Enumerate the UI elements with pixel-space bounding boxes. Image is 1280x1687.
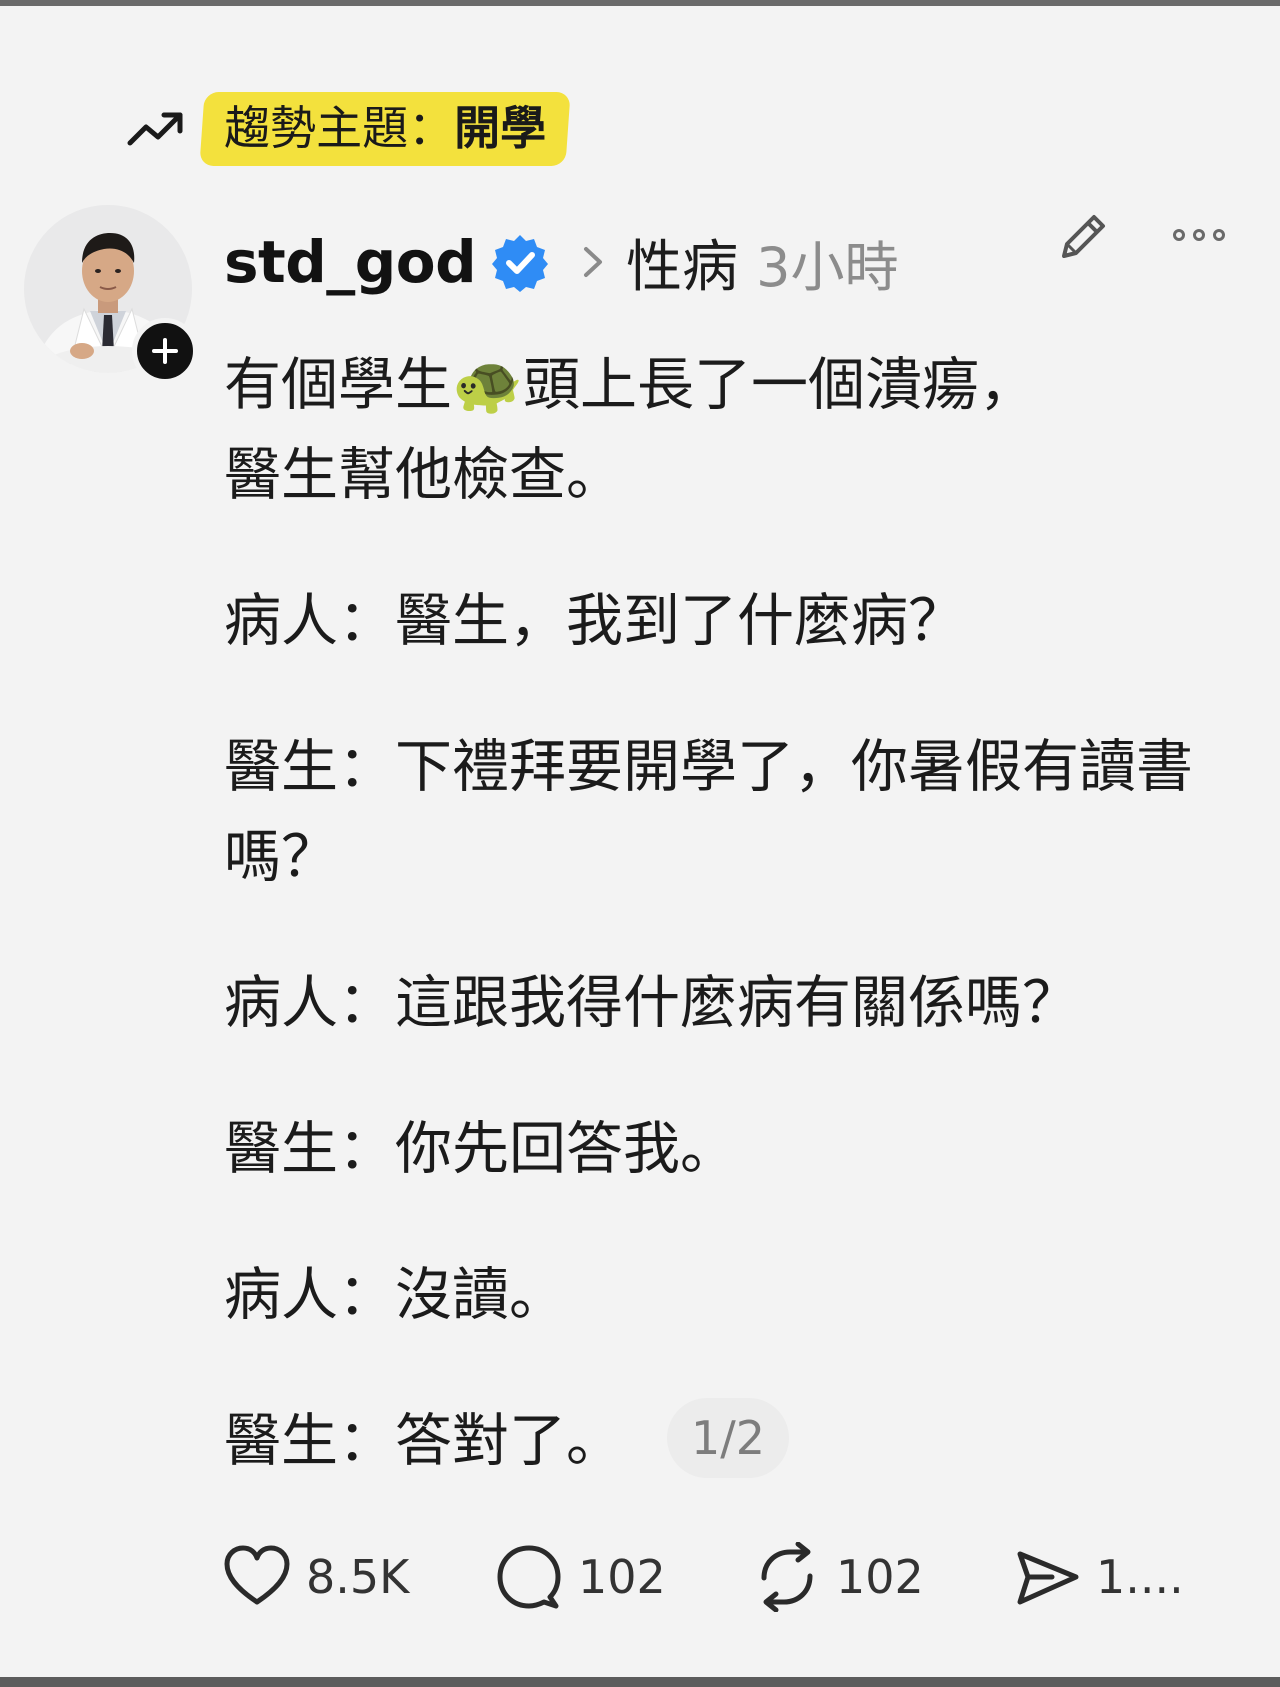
post-paragraph: 醫生：下禮拜要開學了，你暑假有讀書嗎？ xyxy=(224,734,1193,890)
send-icon xyxy=(1017,1551,1079,1605)
post-paragraph: 病人：這跟我得什麼病有關係嗎？ xyxy=(224,970,1079,1036)
trending-topic-name: 開學 xyxy=(454,101,547,155)
top-edge-bar xyxy=(0,0,1280,6)
share-button[interactable]: 1.... xyxy=(1012,1542,1184,1612)
comment-icon xyxy=(497,1545,561,1609)
bottom-edge-bar xyxy=(0,1677,1280,1687)
post-last-line: 醫生：答對了。 1/2 xyxy=(224,1396,1234,1486)
post-body[interactable]: 有個學生🐢頭上長了一個潰瘍， 醫生幫他檢查。 病人：醫生，我到了什麼病？ 醫生：… xyxy=(224,340,1234,1542)
chevron-right-icon xyxy=(584,247,603,277)
verified-badge-icon xyxy=(492,235,549,292)
repost-button[interactable]: 102 xyxy=(752,1542,924,1612)
community-name[interactable]: 性病 xyxy=(626,222,738,303)
post-time: 3小時 xyxy=(756,235,899,299)
post-paragraph: 病人：沒讀。 xyxy=(224,1262,566,1328)
post-actions: 8.5K 102 102 1.... xyxy=(222,1542,1222,1612)
plus-icon xyxy=(152,338,178,364)
trending-prefix: 趨勢主題： xyxy=(224,101,455,155)
like-count: 8.5K xyxy=(306,1550,410,1604)
username[interactable]: std_god xyxy=(224,228,477,296)
repost-count: 102 xyxy=(836,1550,924,1604)
share-count: 1.... xyxy=(1096,1550,1184,1604)
page-indicator: 1/2 xyxy=(667,1398,790,1478)
reply-count: 102 xyxy=(578,1550,666,1604)
trending-topic[interactable]: 趨勢主題：開學 xyxy=(126,92,571,166)
trending-topic-chip[interactable]: 趨勢主題：開學 xyxy=(199,92,571,166)
repost-icon xyxy=(761,1542,813,1612)
trending-up-icon xyxy=(127,112,183,146)
post-header: std_god 性病 3小時 xyxy=(224,222,899,302)
edit-pencil-icon[interactable] xyxy=(1054,206,1114,266)
post-paragraph: 病人：醫生，我到了什麼病？ xyxy=(224,588,965,654)
post-paragraph: 有個學生🐢頭上長了一個潰瘍， 醫生幫他檢查。 xyxy=(224,352,1036,508)
more-options-icon[interactable] xyxy=(1172,224,1226,246)
post-paragraph: 醫生：答對了。 xyxy=(224,1408,623,1474)
reply-button[interactable]: 102 xyxy=(494,1542,666,1612)
heart-icon xyxy=(224,1545,290,1605)
like-button[interactable]: 8.5K xyxy=(222,1542,409,1612)
post-paragraph: 醫生：你先回答我。 xyxy=(224,1116,737,1182)
follow-button[interactable] xyxy=(132,318,198,384)
